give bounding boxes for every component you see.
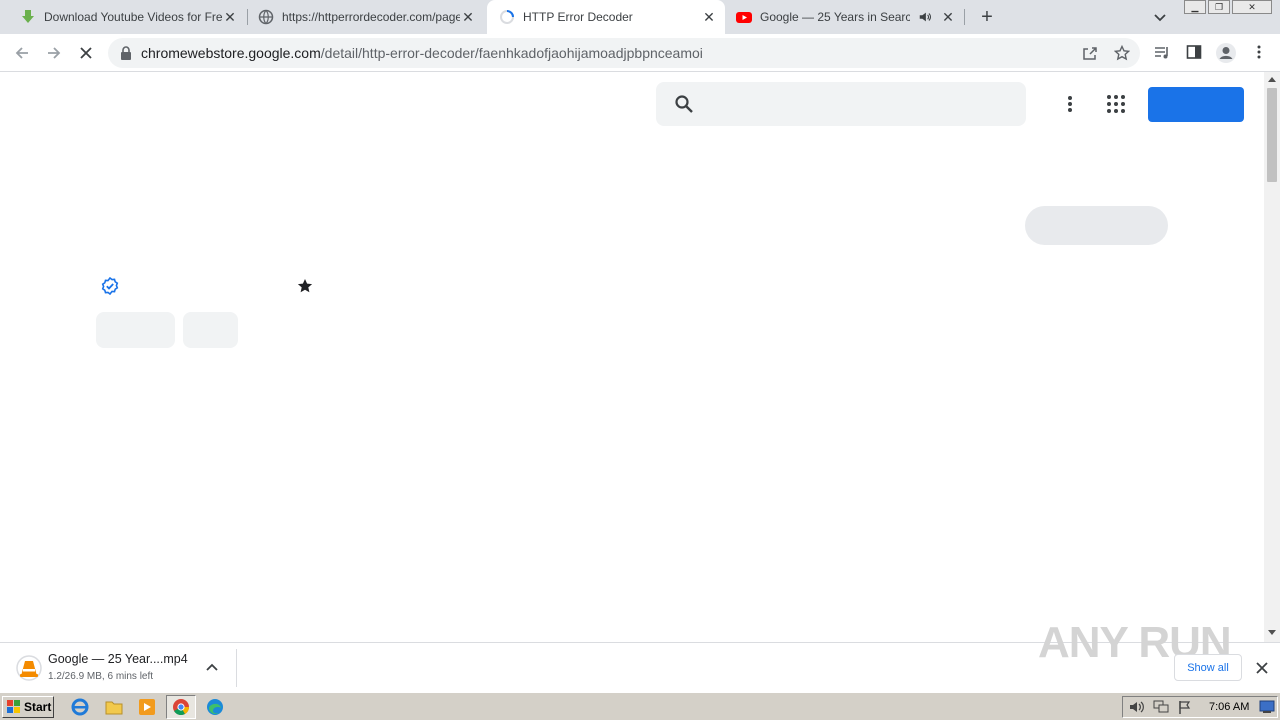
tab-title: HTTP Error Decoder (523, 10, 633, 24)
chevron-down-icon[interactable] (1153, 11, 1167, 25)
vlc-file-icon (16, 655, 42, 681)
back-arrow-icon (15, 47, 28, 59)
close-tab-icon[interactable]: ✕ (701, 9, 717, 25)
page-content (0, 72, 1264, 642)
url-host: chromewebstore.google.com (141, 45, 321, 61)
tab-title: Download Youtube Videos for Free - (44, 10, 222, 24)
media-control-icon[interactable] (1153, 44, 1171, 62)
download-shelf: Google — 25 Year....mp4 1.2/26.9 MB, 6 m… (0, 618, 1280, 693)
vertical-scrollbar[interactable] (1264, 72, 1280, 642)
sign-in-button[interactable] (1148, 87, 1244, 122)
url-path: /detail/http-error-decoder/faenhkadofjao… (320, 45, 703, 61)
youtube-icon (736, 12, 752, 23)
add-to-chrome-button-placeholder[interactable] (1025, 206, 1168, 245)
more-vert-icon[interactable] (1060, 94, 1080, 114)
forward-arrow-icon (48, 47, 61, 59)
minimize-window-button[interactable]: ▁ (1184, 0, 1206, 14)
chevron-up-icon[interactable] (206, 662, 218, 672)
verified-badge-icon (101, 277, 119, 295)
address-bar[interactable]: chromewebstore.google.com/detail/http-er… (108, 38, 1140, 68)
start-button[interactable]: Start (2, 696, 54, 718)
tab-separator (247, 9, 248, 25)
chrome-icon (173, 699, 190, 716)
download-status: 1.2/26.9 MB, 6 mins left (48, 671, 154, 682)
profile-avatar-icon[interactable] (1215, 42, 1237, 64)
scrollbar-thumb[interactable] (1267, 88, 1277, 182)
side-panel-icon[interactable] (1186, 44, 1202, 60)
chrome-taskbar-button[interactable] (166, 695, 196, 719)
network-icon[interactable] (1153, 700, 1169, 714)
tab-separator (964, 9, 965, 25)
search-icon (675, 95, 693, 113)
lock-icon (121, 46, 131, 60)
apps-grid-icon[interactable] (1106, 94, 1126, 114)
tab-title: https://httperrordecoder.com/page/ (282, 10, 460, 24)
scroll-down-arrow-icon[interactable] (1268, 630, 1276, 636)
show-all-downloads-button[interactable]: Show all (1174, 654, 1242, 681)
scroll-up-arrow-icon[interactable] (1268, 76, 1276, 82)
file-explorer-icon[interactable] (104, 697, 124, 717)
new-tab-plus-icon[interactable]: + (977, 7, 997, 27)
download-item[interactable]: Google — 25 Year....mp4 1.2/26.9 MB, 6 m… (0, 643, 236, 693)
close-window-button[interactable]: ✕ (1232, 0, 1272, 14)
back-button[interactable] (10, 41, 34, 65)
url-text: chromewebstore.google.com/detail/http-er… (141, 45, 703, 61)
close-tab-icon[interactable]: ✕ (940, 9, 956, 25)
close-tab-icon[interactable]: ✕ (222, 9, 238, 25)
download-filename: Google — 25 Year....mp4 (48, 652, 188, 666)
tab-download-youtube[interactable]: Download Youtube Videos for Free - ✕ (12, 0, 244, 34)
tab-httperrordecoder[interactable]: https://httperrordecoder.com/page/ ✕ (250, 0, 482, 34)
share-icon[interactable] (1082, 45, 1098, 61)
rating-star-icon (297, 279, 313, 293)
windows-logo-icon (7, 700, 20, 713)
forward-button[interactable] (42, 41, 66, 65)
edge-icon[interactable] (205, 697, 225, 717)
close-tab-icon[interactable]: ✕ (460, 9, 476, 25)
action-center-flag-icon[interactable] (1177, 700, 1193, 714)
tab-http-error-decoder[interactable]: HTTP Error Decoder ✕ (487, 0, 725, 34)
bookmark-star-icon[interactable] (1114, 45, 1130, 61)
show-desktop-icon[interactable] (1259, 700, 1275, 714)
category-chip-placeholder (183, 312, 238, 348)
tab-title: Google — 25 Years in Search: Th (760, 10, 910, 24)
system-tray: 7:06 AM (1122, 696, 1278, 718)
download-arrow-icon (22, 10, 34, 23)
stop-loading-button[interactable] (74, 41, 98, 65)
globe-icon (258, 9, 274, 25)
start-label: Start (24, 700, 52, 714)
loading-spinner-icon (500, 10, 514, 24)
close-icon[interactable] (1256, 662, 1268, 674)
windows-taskbar: Start 7:06 AM (0, 692, 1280, 720)
media-player-icon[interactable] (137, 697, 157, 717)
category-chip-placeholder (96, 312, 175, 348)
speaker-icon[interactable] (918, 10, 932, 24)
tab-google-25-years[interactable]: Google — 25 Years in Search: Th ✕ (730, 0, 962, 34)
store-search-box[interactable] (656, 82, 1026, 126)
tab-strip: Download Youtube Videos for Free - ✕ htt… (0, 0, 1280, 34)
close-icon (80, 47, 92, 59)
internet-explorer-icon[interactable] (70, 697, 90, 717)
browser-toolbar: chromewebstore.google.com/detail/http-er… (0, 34, 1280, 72)
restore-window-button[interactable]: ❐ (1208, 0, 1230, 14)
clock: 7:06 AM (1209, 701, 1250, 713)
download-divider (236, 649, 237, 687)
more-vert-icon[interactable] (1251, 44, 1267, 60)
volume-icon[interactable] (1129, 700, 1145, 714)
